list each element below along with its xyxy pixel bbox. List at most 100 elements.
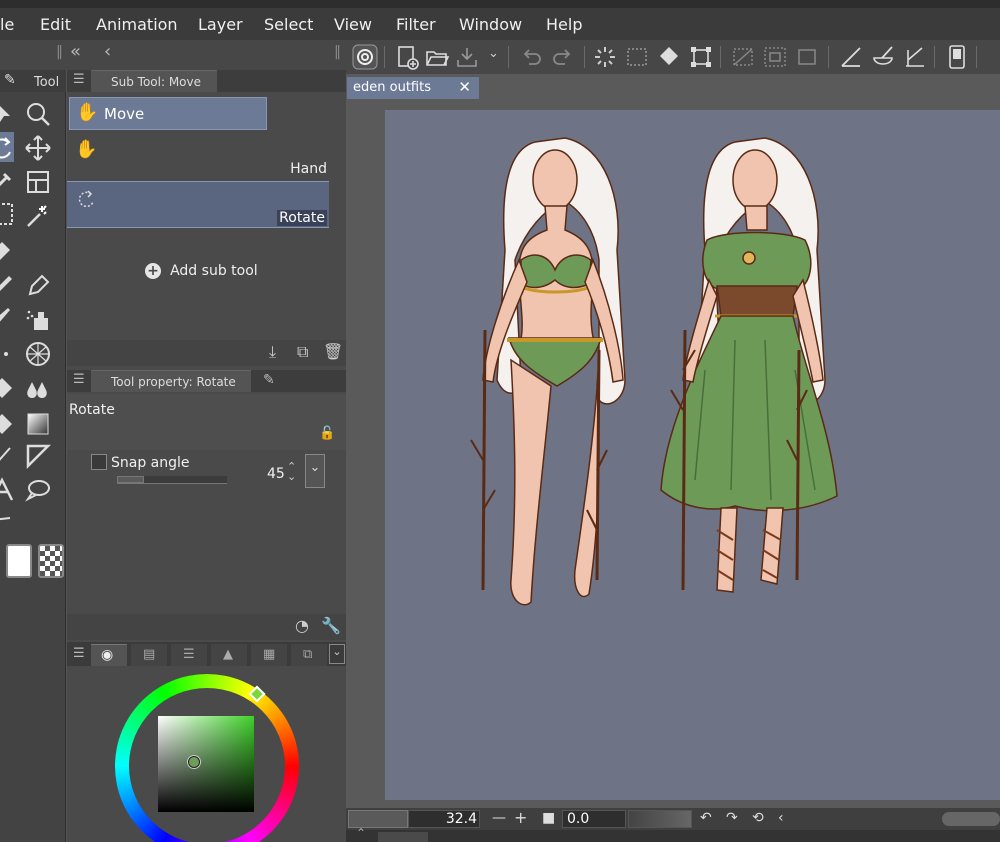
menu-filter[interactable]: Filter: [396, 15, 436, 34]
angle-slider[interactable]: [628, 810, 692, 828]
decoration-icon[interactable]: [0, 340, 16, 368]
angle-field[interactable]: 0.0: [562, 810, 626, 828]
saturation-value-square[interactable]: [158, 716, 254, 812]
subtool-tab[interactable]: Sub Tool: Move: [91, 70, 217, 92]
fill-bucket-icon[interactable]: [0, 410, 16, 438]
brush-size-tab-icon[interactable]: ✎: [263, 372, 275, 388]
text-icon[interactable]: [0, 476, 16, 504]
menu-help[interactable]: Help: [546, 15, 582, 34]
grip-icon[interactable]: ‖: [334, 44, 341, 60]
move-group-header[interactable]: ✋ Move: [69, 97, 267, 130]
tab-color-wheel[interactable]: ◉: [91, 644, 127, 666]
close-icon[interactable]: ✕: [458, 78, 471, 96]
menu-layer[interactable]: Layer: [198, 15, 243, 34]
document-tab[interactable]: eden outfits ✕: [347, 77, 479, 99]
selection-border-icon[interactable]: [794, 44, 820, 70]
toolprop-tab[interactable]: Tool property: Rotate: [91, 370, 251, 392]
menu-hamburger-icon[interactable]: ☰: [73, 646, 85, 661]
menu-window[interactable]: Window: [459, 15, 522, 34]
chevron-up-icon[interactable]: ⌃: [356, 826, 366, 840]
grid-icon[interactable]: [24, 340, 52, 368]
bottom-scroll-track[interactable]: [378, 832, 428, 842]
menu-edit[interactable]: Edit: [40, 15, 71, 34]
transparent-color-swatch[interactable]: [38, 544, 64, 578]
open-folder-icon[interactable]: [424, 44, 450, 70]
wrench-icon[interactable]: 🔧: [321, 616, 341, 635]
subtool-item-rotate[interactable]: Rotate: [67, 181, 329, 228]
subtool-item-hand[interactable]: ✋ Hand: [67, 133, 329, 179]
layer-icon[interactable]: [24, 168, 52, 196]
rotate-right-icon[interactable]: ↷: [726, 810, 738, 826]
tool-tab[interactable]: Tool: [34, 75, 59, 90]
menu-hamburger-icon[interactable]: ☰: [73, 372, 85, 387]
export-icon[interactable]: [454, 44, 480, 70]
plus-icon[interactable]: +: [514, 808, 527, 827]
transform-icon[interactable]: [688, 44, 714, 70]
move-icon[interactable]: [0, 100, 20, 128]
rotate-icon[interactable]: [0, 134, 16, 162]
delete-icon[interactable]: 🗑: [323, 342, 343, 361]
snap-angle-slider[interactable]: [117, 476, 227, 484]
pencil-icon[interactable]: [0, 272, 16, 300]
snap-angle-checkbox[interactable]: [91, 454, 107, 470]
rotate-left-icon[interactable]: ↶: [700, 810, 712, 826]
color-picker-cursor[interactable]: [188, 756, 200, 768]
grip-icon[interactable]: ‖: [56, 44, 63, 60]
horizontal-scrollbar[interactable]: [942, 812, 1000, 826]
menu-animation[interactable]: Animation: [96, 15, 178, 34]
reset-rotation-icon[interactable]: ⟲: [752, 810, 764, 826]
clip-studio-icon[interactable]: [352, 44, 378, 70]
loading-spinner-icon[interactable]: [592, 44, 618, 70]
fit-icon[interactable]: ■: [542, 810, 555, 826]
reset-icon[interactable]: ◔: [295, 616, 309, 635]
magic-wand-icon[interactable]: [24, 202, 52, 230]
eraser-icon[interactable]: [0, 234, 16, 262]
palette-menu-dropdown[interactable]: ⌄: [329, 644, 345, 664]
line-icon[interactable]: [0, 442, 16, 470]
pen-icon[interactable]: [24, 272, 52, 300]
add-subtool-button[interactable]: + Add sub tool: [145, 260, 258, 282]
tab-color-history[interactable]: ⧉: [291, 644, 327, 666]
canvas[interactable]: [385, 110, 1000, 800]
background-color-swatch[interactable]: [6, 544, 32, 578]
gradient-icon[interactable]: [24, 410, 52, 438]
snap-angle-value[interactable]: 45: [267, 466, 285, 482]
tab-intermediate-color[interactable]: ▤: [131, 644, 167, 666]
tab-approximate-color[interactable]: ▲: [211, 644, 247, 666]
deselect-icon[interactable]: [730, 44, 756, 70]
fill-selection-icon[interactable]: [656, 44, 682, 70]
new-file-icon[interactable]: [394, 44, 420, 70]
menu-file[interactable]: le: [0, 15, 14, 34]
zoom-field[interactable]: 32.4: [408, 810, 480, 828]
copy-subtool-icon[interactable]: ⧉: [297, 342, 308, 362]
snap-dropdown-button[interactable]: ⌄: [305, 454, 325, 488]
device-icon[interactable]: [944, 44, 970, 70]
airbrush-icon[interactable]: [24, 306, 52, 334]
pan-icon[interactable]: [24, 134, 52, 162]
redo-icon[interactable]: [550, 44, 576, 70]
eyedropper-icon[interactable]: [0, 166, 18, 194]
blend-icon[interactable]: [24, 374, 52, 402]
chevron-left-icon[interactable]: ‹: [104, 41, 111, 62]
select-area-icon[interactable]: [624, 44, 650, 70]
select-icon[interactable]: [0, 200, 16, 228]
minus-icon[interactable]: —: [492, 810, 506, 826]
brush-bowl-icon[interactable]: [870, 44, 896, 70]
lock-icon[interactable]: 🔓: [319, 426, 335, 441]
ruler-icon[interactable]: [838, 44, 864, 70]
menu-hamburger-icon[interactable]: ☰: [73, 72, 85, 87]
balloon-icon[interactable]: [24, 476, 52, 504]
spin-arrows-icon[interactable]: ⌃ ⌄: [287, 461, 296, 482]
menu-select[interactable]: Select: [264, 15, 313, 34]
tab-color-slider[interactable]: ☰: [171, 644, 207, 666]
chevron-left-icon[interactable]: ‹: [778, 810, 784, 826]
correct-line-icon[interactable]: [0, 510, 16, 538]
undo-icon[interactable]: [518, 44, 544, 70]
menu-view[interactable]: View: [334, 15, 372, 34]
brush-icon[interactable]: [0, 306, 16, 334]
perspective-ruler-icon[interactable]: [902, 44, 928, 70]
import-icon[interactable]: ⤓: [269, 342, 276, 362]
figure-icon[interactable]: [24, 442, 52, 470]
fill-icon[interactable]: [0, 374, 16, 402]
zoom-icon[interactable]: [24, 100, 52, 128]
